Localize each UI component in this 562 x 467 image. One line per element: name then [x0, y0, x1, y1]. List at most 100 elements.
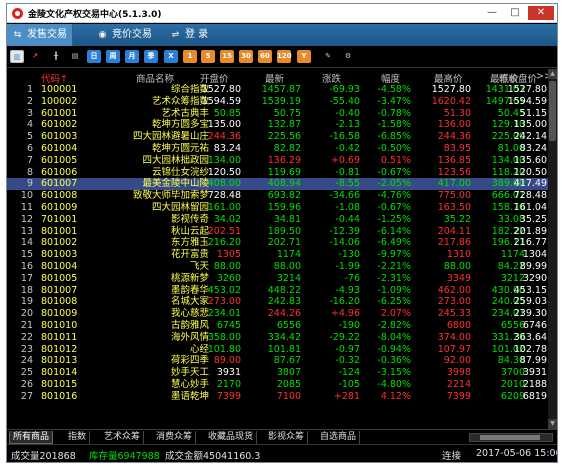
horizontal-scrollbar[interactable]: [469, 433, 553, 442]
table-row[interactable]: 25 801014 妙手天工 3931 3807 -124 -3.15% 3998 3700 39…: [7, 367, 548, 379]
cell-prev-close: 201.89: [513, 225, 547, 237]
cell-last: 136.29: [267, 154, 301, 166]
table-row[interactable]: 14 801002 东方雅玉 216.20 202.71 -14.06 -6.49% 217.…: [7, 237, 548, 249]
toolbar-btn-60-icon[interactable]: 60: [258, 50, 272, 63]
cell-open: 101.80: [207, 343, 241, 355]
cell-prev-close: 242.14: [513, 131, 547, 143]
minimize-button[interactable]: —: [481, 6, 503, 20]
cell-last: 2085: [276, 378, 301, 390]
bar-chart-icon[interactable]: ▥: [10, 50, 24, 63]
table-row[interactable]: 7 601005 四大园林拙政园 134.00 136.29 +0.69 0.51% 136.…: [7, 155, 548, 167]
toolbar-btn-1-icon[interactable]: 1: [183, 50, 197, 63]
toolbar-btn-month-icon[interactable]: 月: [125, 50, 139, 63]
cell-percent: -2.31%: [377, 272, 411, 284]
toolbar-btn-year-icon[interactable]: X: [164, 50, 178, 63]
cell-high: 1527.80: [431, 84, 471, 95]
cell-percent: -3.47%: [377, 95, 411, 107]
cell-high: 136.00: [437, 119, 471, 131]
tab-all-goods[interactable]: 所有商品: [9, 431, 54, 444]
toolbar-btn-15-icon[interactable]: 15: [220, 50, 234, 63]
cell-high: 245.33: [437, 308, 471, 320]
toolbar-btn-season-icon[interactable]: 季: [144, 50, 158, 63]
toolbar-btn-5-icon[interactable]: 5: [201, 50, 215, 63]
app-logo-icon: [12, 8, 23, 19]
cell-prev-close: 161.04: [513, 201, 547, 213]
table-row[interactable]: 22 801011 海外风情 358.00 334.42 -29.22 -8.04% 374.…: [7, 332, 548, 344]
column-header-name[interactable]: 商品名称: [136, 71, 174, 85]
table-row[interactable]: 10 601008 致敬大师毕加索梦 728.48 693.82 -34.66 -4.76%…: [7, 190, 548, 202]
table-row[interactable]: 15 801003 花开富贵 1305 1174 -130 -9.97% 1310 1174 13…: [7, 249, 548, 261]
table-row[interactable]: 24 801013 荷彩四季 89.00 87.67 -0.32 -0.36% 92.00 84…: [7, 355, 548, 367]
toolbar-btn-120-icon[interactable]: 120: [277, 50, 292, 63]
toolbar-btn-day-icon[interactable]: 日: [87, 50, 101, 63]
toolbar-btn-week-icon[interactable]: 周: [106, 50, 120, 63]
cell-code: 100002: [41, 95, 78, 107]
settings-gear-icon[interactable]: ⚙: [341, 50, 355, 63]
row-index: 6: [26, 142, 33, 154]
close-button[interactable]: ✕: [528, 6, 554, 20]
chart-toolbar: ▥ ↗ ╫ ▤ 日周月季 X 1 5 15 30 60 120 Y ✎ ⚙: [7, 46, 557, 68]
cell-high: 217.86: [437, 237, 471, 249]
toolbar-btn-y-icon[interactable]: Y: [297, 50, 311, 63]
column-header-percent[interactable]: 幅度: [381, 71, 400, 85]
table-row[interactable]: 8 601006 云锦仕女浣纱 120.50 119.69 -0.81 -0.67% 123.…: [7, 167, 548, 179]
maximize-button[interactable]: □: [504, 6, 526, 20]
cell-change: -16.58: [329, 131, 360, 143]
toolbar-btn-edit-icon[interactable]: ✎: [321, 50, 335, 63]
table-row[interactable]: 17 801005 桃源新梦 3260 3214 -76 -2.31% 3349 3212 329…: [7, 273, 548, 285]
scroll-down-icon[interactable]: ▼: [548, 419, 557, 429]
horizontal-scroll-thumb[interactable]: [480, 435, 540, 440]
vertical-scrollbar[interactable]: ▲ ▼: [548, 69, 557, 429]
cell-last: 244.26: [267, 308, 301, 320]
table-row[interactable]: 21 801010 古韵雅风 6745 6556 -190 -2.82% 6800 6556 67…: [7, 320, 548, 332]
quote-list-icon[interactable]: ▤: [68, 50, 82, 63]
column-header-code[interactable]: 代码↑: [41, 71, 68, 85]
column-header-open[interactable]: 开盘价: [200, 71, 229, 85]
candle-chart-icon[interactable]: ╫: [49, 50, 63, 63]
tab-bid-trading[interactable]: ◉ 竞价交易: [92, 24, 164, 46]
cell-code: 801003: [41, 249, 78, 261]
table-row[interactable]: 16 801004 飞天 88.00 88.00 -1.99 -2.21% 88.00 84.2…: [7, 261, 548, 273]
scroll-thumb[interactable]: [549, 81, 556, 141]
tab-sale-trading[interactable]: ⇆ 发售交易: [7, 24, 73, 46]
cell-percent: 4.12%: [380, 390, 411, 402]
cell-code: 801011: [41, 331, 78, 343]
table-row[interactable]: 13 801001 秋山云起 202.51 189.50 -12.39 -6.14% 204.…: [7, 226, 548, 238]
datetime: 2017-05-06 15:00: [476, 448, 558, 459]
column-header-change[interactable]: 涨跌: [322, 71, 341, 85]
tab-index[interactable]: 指数: [65, 431, 91, 444]
scroll-up-icon[interactable]: ▲: [548, 69, 557, 79]
table-row[interactable]: 1 100001 综合指数 1527.80 1457.87 -69.93 -4.58% 152…: [7, 84, 548, 96]
table-row[interactable]: 19 801008 名城大家 273.00 242.83 -16.20 -6.25% 273.…: [7, 296, 548, 308]
cell-last: 242.83: [267, 296, 301, 308]
tab-watchlist[interactable]: 自选商品: [317, 431, 361, 444]
app-window: 金陵文化产权交易中心(5.1.3.0) — □ ✕ ⇆ 发售交易 ◉ 竞价交易 …: [6, 3, 558, 463]
table-row[interactable]: 23 801012 心经 101.80 101.81 -0.97 -0.94% 107.97 1…: [7, 344, 548, 356]
cell-last: 101.81: [267, 343, 301, 355]
tab-art-crowdfunding[interactable]: 艺术众筹: [101, 431, 145, 444]
table-row[interactable]: 12 701001 影视传奇 34.02 34.81 -0.44 -1.25% 35.22 33…: [7, 214, 548, 226]
table-row[interactable]: 2 100002 艺术众筹指数 1594.59 1539.19 -55.40 -3.47% 1…: [7, 96, 548, 108]
column-header-high[interactable]: 最高价: [434, 71, 463, 85]
tab-consumer-crowdfunding[interactable]: 消费众筹: [153, 431, 197, 444]
toolbar-btn-30-icon[interactable]: 30: [239, 50, 253, 63]
table-row[interactable]: 9 601007 最美金陵中山陵 408.00 408.94 -8.55 -2.05% 417…: [7, 178, 548, 191]
table-row[interactable]: 6 601004 乾坤方圆元祐 83.24 82.82 -0.42 -0.50% 83.95 8…: [7, 143, 548, 155]
table-row[interactable]: 26 801015 慧心妙手 2170 2085 -105 -4.80% 2214 2010 21…: [7, 379, 548, 391]
column-header-prev-close[interactable]: 昨收盘价: [499, 71, 537, 85]
line-chart-icon[interactable]: ↗: [28, 50, 42, 63]
cell-code: 801004: [41, 260, 78, 272]
tab-collectibles-spot[interactable]: 收藏品现货: [205, 431, 258, 444]
table-row[interactable]: 5 601003 四大园林避暑山庄 244.36 225.56 -16.58 -6.85% 2…: [7, 131, 548, 143]
table-row[interactable]: 20 801009 我心慈悲 234.01 244.26 +4.96 2.07% 245.33…: [7, 308, 548, 320]
tab-login[interactable]: ⇌ 登 录: [165, 24, 229, 46]
table-row[interactable]: 11 601009 四大园林留园 161.00 159.96 -1.08 -0.67% 163…: [7, 202, 548, 214]
tab-film-crowdfunding[interactable]: 影视众筹: [265, 431, 309, 444]
table-row[interactable]: 18 801007 墨韵春华 453.02 448.22 -4.93 -1.09% 462.0…: [7, 285, 548, 297]
cell-open: 3260: [216, 272, 241, 284]
column-header-last[interactable]: 最新: [265, 71, 284, 85]
cell-code: 801002: [41, 237, 78, 249]
table-row[interactable]: 27 801016 墨语乾坤 7399 7100 +281 4.12% 7399 6209 681…: [7, 391, 548, 403]
table-row[interactable]: 3 601001 艺术古典丰 50.85 50.75 -0.40 -0.78% 51.30 50…: [7, 108, 548, 120]
table-row[interactable]: 4 601002 乾坤方圆多宝 135.00 132.87 -2.13 -1.58% 136.…: [7, 119, 548, 131]
